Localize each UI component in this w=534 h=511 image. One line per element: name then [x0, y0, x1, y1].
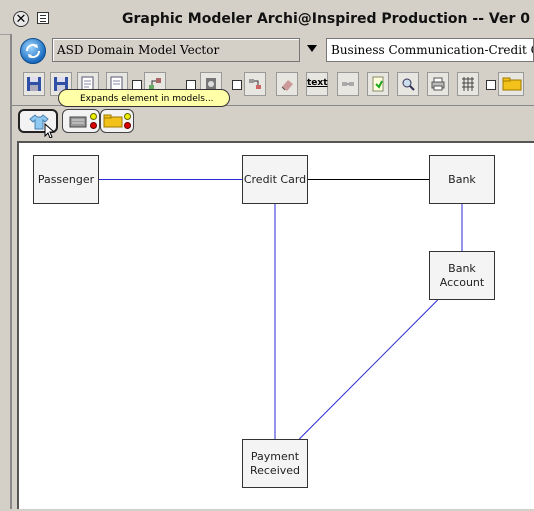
model-select[interactable]: Business Communication-Credit Car — [326, 38, 534, 62]
palette-machine-element[interactable] — [62, 109, 100, 133]
option-checkbox-3[interactable] — [232, 80, 242, 90]
window-title: Graphic Modeler Archi@Inspired Productio… — [122, 11, 530, 27]
tooltip: Expands element in models... — [58, 89, 230, 107]
option-checkbox-4[interactable] — [486, 80, 496, 90]
search-icon[interactable] — [397, 72, 419, 96]
diagram-canvas[interactable]: Passenger Credit Card Bank Bank Account Paym… — [17, 141, 534, 509]
grid-icon[interactable] — [457, 72, 479, 96]
folder-icon[interactable] — [498, 72, 524, 96]
export-icon[interactable] — [367, 72, 389, 96]
flow-tool-icon[interactable] — [244, 72, 266, 96]
window-menu-icon[interactable] — [37, 12, 49, 24]
eraser-icon[interactable] — [276, 72, 298, 96]
align-icon[interactable] — [337, 72, 359, 96]
mouse-pointer-icon — [44, 123, 56, 139]
text-tool-icon[interactable]: text — [306, 72, 328, 96]
edge-bank-account-payment-received[interactable] — [299, 299, 438, 440]
chevron-down-icon[interactable] — [304, 40, 320, 58]
close-icon[interactable]: ✕ — [13, 11, 29, 27]
palette-folder-element[interactable] — [100, 109, 134, 133]
node-payment-received[interactable]: Payment Received — [242, 439, 308, 488]
domain-model-select[interactable]: ASD Domain Model Vector — [52, 38, 300, 62]
save-icon[interactable] — [23, 72, 45, 96]
refresh-icon[interactable] — [20, 38, 46, 64]
node-bank-account[interactable]: Bank Account — [429, 251, 495, 300]
print-icon[interactable] — [427, 72, 449, 96]
node-passenger[interactable]: Passenger — [33, 155, 99, 204]
node-credit-card[interactable]: Credit Card — [242, 155, 308, 204]
palette-bar — [12, 105, 534, 136]
node-bank[interactable]: Bank — [429, 155, 495, 204]
